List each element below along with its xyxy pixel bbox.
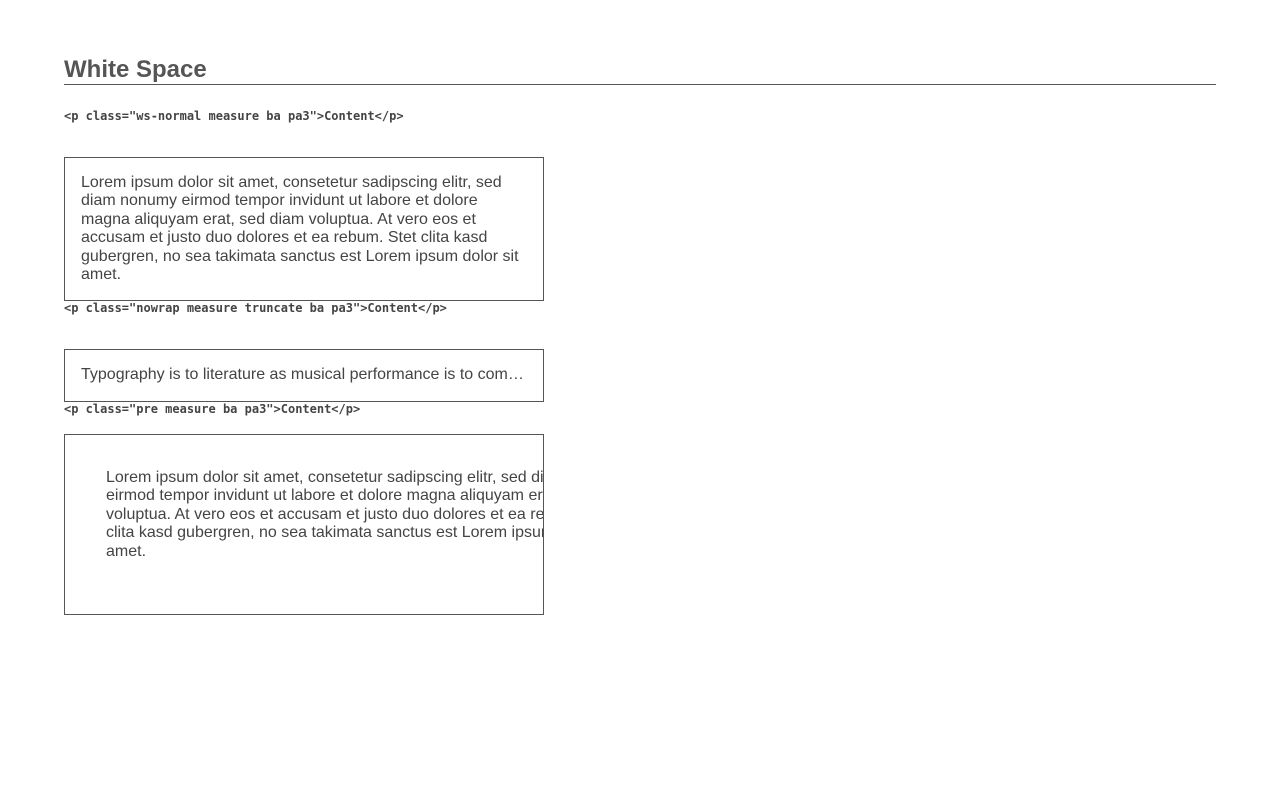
pre-line: Lorem ipsum dolor sit amet, consetetur s… [106, 469, 544, 486]
pre-text: Lorem ipsum dolor sit amet, consetetur s… [106, 469, 544, 561]
code-example-nowrap-truncate: <p class="nowrap measure truncate ba pa3… [64, 301, 447, 315]
code-example-ws-normal: <p class="ws-normal measure ba pa3">Cont… [64, 109, 404, 123]
code-example-pre: <p class="pre measure ba pa3">Content</p… [64, 402, 361, 416]
pre-line: amet. [106, 542, 147, 560]
pre-box: Lorem ipsum dolor sit amet, consetetur s… [64, 434, 544, 615]
nowrap-truncate-box: Typography is to literature as musical p… [64, 349, 544, 402]
pre-line: eirmod tempor invidunt ut labore et dolo… [106, 487, 543, 505]
pre-line: clita kasd gubergren, no sea takimata sa… [106, 524, 543, 542]
section-title: White Space [64, 56, 1216, 85]
pre-line: voluptua. At vero eos et accusam et just… [106, 505, 544, 523]
ws-normal-box: Lorem ipsum dolor sit amet, consetetur s… [64, 157, 544, 301]
